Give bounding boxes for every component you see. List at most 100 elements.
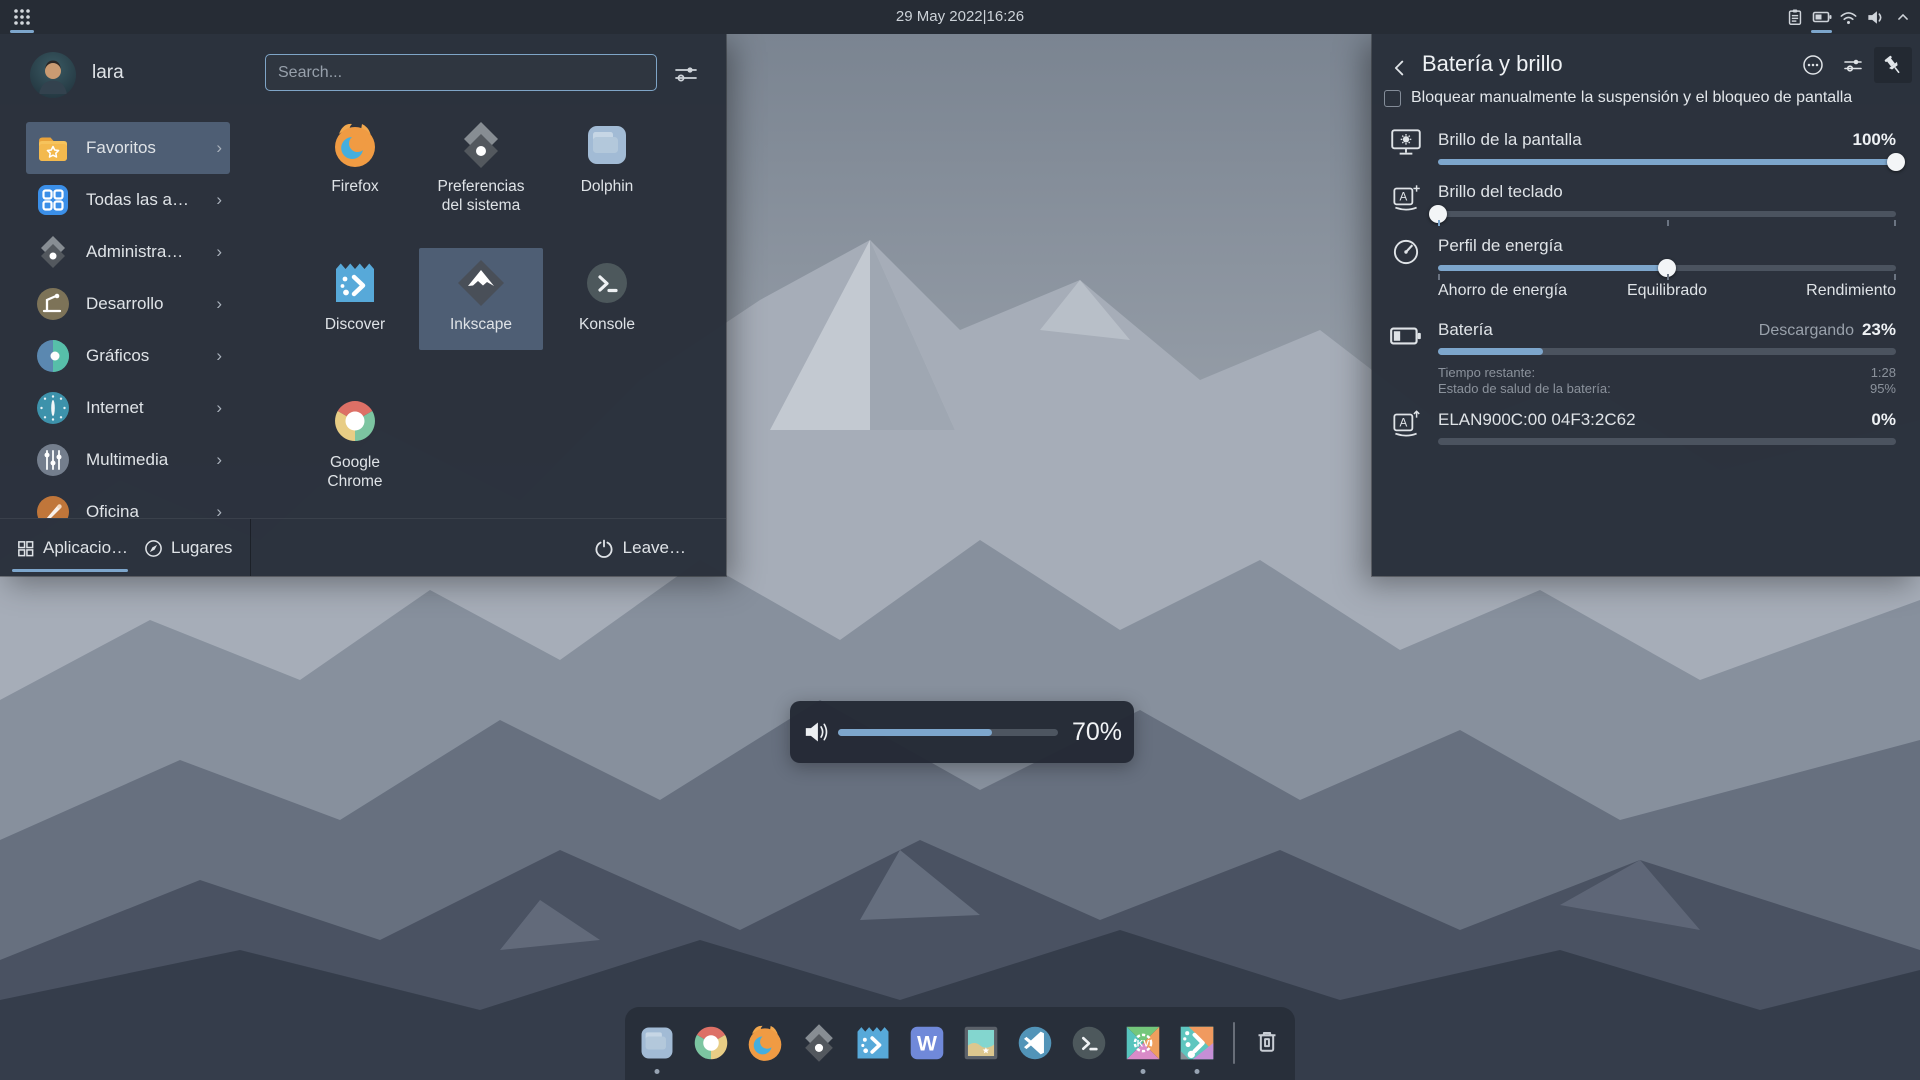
- screen-brightness-value: 100%: [1853, 130, 1896, 150]
- chevron-right-icon: ›: [216, 398, 222, 418]
- category-oficina[interactable]: Oficina ›: [26, 486, 230, 518]
- lock-suspend-checkbox[interactable]: [1384, 90, 1401, 107]
- compass-icon: [144, 539, 163, 558]
- slider-handle[interactable]: [1887, 153, 1905, 171]
- system-administration-icon: [34, 233, 72, 271]
- speaker-icon: [802, 718, 830, 746]
- app-dolphin[interactable]: Dolphin: [545, 110, 669, 212]
- screen-brightness-icon: [1388, 124, 1424, 160]
- lock-suspend-label[interactable]: Bloquear manualmente la suspensión y el …: [1411, 89, 1852, 107]
- slider-tick: [1438, 274, 1440, 280]
- category-administracion[interactable]: Administra… ›: [26, 226, 230, 278]
- category-internet[interactable]: Internet ›: [26, 382, 230, 434]
- clock[interactable]: 29 May 2022|16:26: [0, 0, 1920, 34]
- app-google-chrome[interactable]: Google Chrome: [293, 386, 417, 488]
- app-discover[interactable]: Discover: [293, 248, 417, 350]
- category-todas-las-aplicaciones[interactable]: Todas las a… ›: [26, 174, 230, 226]
- category-desarrollo[interactable]: Desarrollo ›: [26, 278, 230, 330]
- dock-vscode[interactable]: [1013, 1020, 1057, 1066]
- development-icon: [34, 285, 72, 323]
- search-filter-button[interactable]: [670, 60, 702, 88]
- back-button[interactable]: [1386, 54, 1414, 82]
- chevron-right-icon: ›: [216, 138, 222, 158]
- app-label: Konsole: [579, 316, 635, 335]
- app-label: Inkscape: [450, 316, 512, 335]
- running-indicator: [655, 1069, 660, 1074]
- stop-label: Ahorro de energía: [1438, 282, 1567, 300]
- chevron-right-icon: ›: [216, 242, 222, 262]
- svg-text:A: A: [1399, 417, 1407, 430]
- slider-tick: [1438, 220, 1440, 226]
- volume-tray-button[interactable]: [1862, 0, 1889, 34]
- app-firefox[interactable]: Firefox: [293, 110, 417, 212]
- dock-wps-writer[interactable]: W: [905, 1020, 949, 1066]
- category-label: Administra…: [86, 242, 216, 262]
- power-icon: [594, 538, 614, 558]
- category-favoritos[interactable]: Favoritos ›: [26, 122, 230, 174]
- vscode-icon: [1013, 1021, 1057, 1065]
- app-label: Preferencias del sistema: [429, 178, 533, 216]
- dock-discover-alt[interactable]: [1175, 1020, 1219, 1066]
- keyboard-brightness-slider[interactable]: [1438, 211, 1896, 217]
- dock-konsole[interactable]: [1067, 1020, 1111, 1066]
- peripheral-label: ELAN900C:00 04F3:2C62: [1438, 410, 1636, 430]
- launcher-footer: Aplicacio… Lugares: [0, 518, 726, 576]
- dock-gwenview[interactable]: [959, 1020, 1003, 1066]
- app-label: Firefox: [331, 178, 378, 197]
- dock-google-chrome[interactable]: [689, 1020, 733, 1066]
- category-label: Internet: [86, 398, 216, 418]
- chevron-right-icon: ›: [216, 346, 222, 366]
- peripheral-progressbar: [1438, 438, 1896, 445]
- battery-detail-row: Estado de salud de la batería: 95%: [1438, 381, 1896, 396]
- user-avatar[interactable]: [30, 52, 76, 98]
- dock-firefox[interactable]: [743, 1020, 787, 1066]
- chevron-right-icon: ›: [216, 502, 222, 518]
- clipboard-tray-button[interactable]: [1781, 0, 1808, 34]
- volume-osd: 70%: [790, 701, 1134, 763]
- app-inkscape[interactable]: Inkscape: [419, 248, 543, 350]
- multimedia-icon: [34, 441, 72, 479]
- pin-icon: [1881, 53, 1905, 77]
- status-icons-button[interactable]: [1796, 47, 1830, 83]
- dolphin-icon: [635, 1021, 679, 1065]
- dock-trash[interactable]: [1249, 1020, 1285, 1066]
- dock-dolphin[interactable]: [635, 1020, 679, 1066]
- app-preferencias-del-sistema[interactable]: Preferencias del sistema: [419, 110, 543, 212]
- dock-system-settings[interactable]: [797, 1020, 841, 1066]
- volume-osd-bar: [838, 729, 1058, 736]
- filter-sliders-icon: [673, 61, 699, 87]
- battery-tray-button[interactable]: [1808, 0, 1835, 34]
- leave-button[interactable]: Leave…: [594, 519, 686, 577]
- detail-label: Tiempo restante:: [1438, 365, 1535, 380]
- internet-icon: [34, 389, 72, 427]
- keyboard-brightness-icon: A: [1388, 180, 1424, 216]
- slider-tick: [1894, 220, 1896, 226]
- search-input[interactable]: [265, 54, 657, 91]
- applications-grid-icon: [16, 539, 35, 558]
- tab-aplicaciones[interactable]: Aplicacio…: [16, 519, 128, 577]
- detail-value: 1:28: [1871, 365, 1896, 380]
- dock-discover[interactable]: [851, 1020, 895, 1066]
- battery-detail-row: Tiempo restante: 1:28: [1438, 365, 1896, 380]
- pin-button[interactable]: [1874, 47, 1912, 83]
- configure-button[interactable]: [1836, 47, 1870, 83]
- app-konsole[interactable]: Konsole: [545, 248, 669, 350]
- application-launcher-popup: lara Favorito: [0, 34, 726, 576]
- network-tray-button[interactable]: [1835, 0, 1862, 34]
- app-label: Google Chrome: [303, 454, 407, 492]
- expand-tray-button[interactable]: [1889, 0, 1916, 34]
- power-profile-slider[interactable]: [1438, 265, 1896, 271]
- category-multimedia[interactable]: Multimedia ›: [26, 434, 230, 486]
- tab-lugares[interactable]: Lugares: [144, 519, 232, 577]
- discover-icon: [328, 256, 382, 310]
- firefox-icon: [328, 118, 382, 172]
- inkscape-icon: [454, 256, 508, 310]
- screen-brightness-slider[interactable]: [1438, 159, 1896, 165]
- svg-text:W: W: [917, 1032, 937, 1055]
- office-icon: [34, 493, 72, 518]
- desktop: 29 May 2022|16:26: [0, 0, 1920, 1080]
- dock-kvantum[interactable]: KV: [1121, 1020, 1165, 1066]
- panel-title: Batería y brillo: [1422, 51, 1563, 77]
- category-label: Multimedia: [86, 450, 216, 470]
- category-graficos[interactable]: Gráficos ›: [26, 330, 230, 382]
